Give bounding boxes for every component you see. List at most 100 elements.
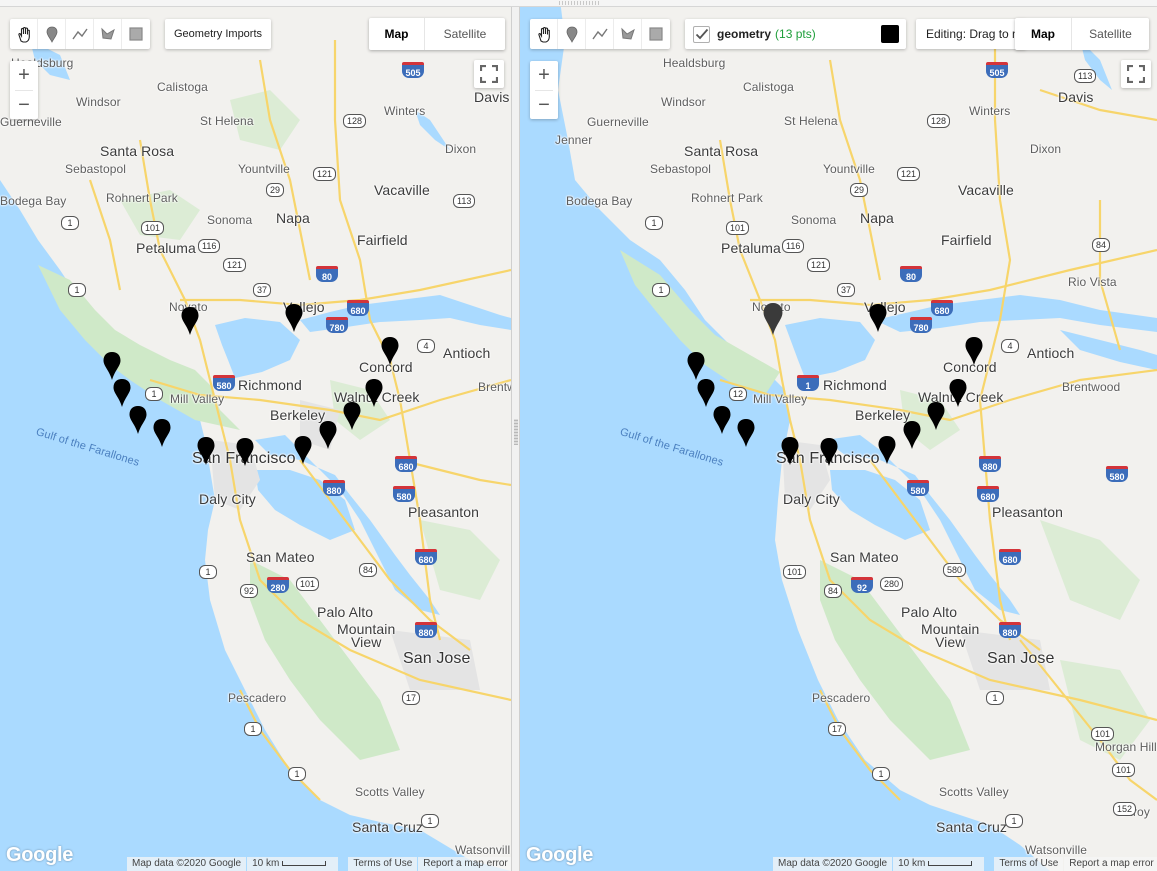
route-shield: 128 (343, 114, 367, 128)
map-marker[interactable] (294, 436, 312, 464)
map-marker[interactable] (285, 304, 303, 332)
scale-indicator[interactable]: 10 km (247, 857, 339, 871)
route-shield: 101 (783, 565, 807, 579)
place-label: Pescadero (812, 691, 871, 705)
map-marker[interactable] (869, 304, 887, 332)
place-label: Mill Valley (753, 392, 808, 406)
fullscreen-button[interactable] (474, 60, 504, 88)
marker-pin-icon (763, 303, 783, 335)
layer-visibility-checkbox[interactable] (693, 25, 710, 43)
place-label: Winters (384, 104, 426, 118)
place-label: Palo Alto (317, 604, 374, 620)
map-marker[interactable] (319, 421, 337, 449)
interstate-shield: 80 (900, 266, 922, 282)
map-marker[interactable] (697, 379, 715, 407)
map-marker[interactable] (343, 402, 361, 430)
google-logo[interactable]: Google (526, 844, 593, 867)
zoom-in-button[interactable]: + (530, 61, 558, 90)
map-marker[interactable] (236, 438, 254, 466)
place-label: Healdsburg (663, 56, 726, 70)
place-label: St Helena (784, 114, 838, 128)
map-marker[interactable] (965, 337, 983, 365)
interstate-shield: 780 (910, 317, 932, 333)
zoom-in-button[interactable]: + (10, 61, 38, 90)
map-marker[interactable] (949, 379, 967, 407)
geometry-layer-entry[interactable]: geometry (13 pts) (685, 19, 906, 49)
map-type-satellite-button[interactable]: Satellite (1072, 18, 1149, 50)
route-shield: 280 (880, 577, 904, 591)
map-marker[interactable] (713, 406, 731, 434)
map-type-map-button[interactable]: Map (369, 18, 425, 50)
place-label: Windsor (661, 95, 706, 109)
google-logo[interactable]: Google (6, 844, 73, 867)
drawing-toolbar (530, 19, 670, 49)
route-shield: 1 (61, 216, 79, 230)
route-shield: 152 (1113, 802, 1137, 816)
marker-pin-icon (285, 304, 303, 332)
map-marker[interactable] (197, 437, 215, 465)
report-map-error-link[interactable]: Report a map error (418, 857, 511, 871)
pan-tool-button[interactable] (530, 19, 558, 49)
place-label: Davis (1058, 89, 1094, 105)
map-marker[interactable] (687, 352, 705, 380)
layer-color-swatch[interactable] (881, 25, 899, 43)
scale-indicator[interactable]: 10 km (893, 857, 985, 871)
place-label: Calistoga (157, 80, 208, 94)
map-type-control: Map Satellite (1015, 18, 1149, 50)
map-marker[interactable] (820, 438, 838, 466)
report-map-error-link[interactable]: Report a map error (1064, 857, 1157, 871)
map-marker[interactable] (129, 406, 147, 434)
map-marker[interactable] (781, 437, 799, 465)
place-label: Petaluma (136, 240, 196, 256)
map-marker[interactable] (763, 303, 783, 335)
map-marker[interactable] (737, 419, 755, 447)
draw-shape-tool-button[interactable] (94, 19, 122, 49)
pan-tool-button[interactable] (10, 19, 38, 49)
place-label: Sonoma (791, 213, 837, 227)
map-type-control: Map Satellite (369, 18, 505, 50)
top-resize-grip[interactable] (558, 1, 600, 5)
map-marker[interactable] (181, 307, 199, 335)
map-marker[interactable] (381, 337, 399, 365)
rectangle-icon (649, 27, 663, 41)
map-marker[interactable] (903, 421, 921, 449)
top-resize-bar[interactable] (0, 0, 1157, 7)
geometry-imports-button[interactable]: Geometry Imports (165, 19, 272, 49)
place-label: St Helena (200, 114, 254, 128)
splitter-grip[interactable] (514, 419, 518, 445)
terms-of-use-link[interactable]: Terms of Use (348, 857, 418, 871)
map-marker[interactable] (365, 379, 383, 407)
map-marker[interactable] (113, 379, 131, 407)
map-marker[interactable] (153, 419, 171, 447)
scale-bar (282, 860, 327, 866)
draw-line-tool-button[interactable] (66, 19, 94, 49)
zoom-out-button[interactable]: − (530, 91, 558, 120)
map-marker[interactable] (927, 402, 945, 430)
map-marker[interactable] (103, 352, 121, 380)
map-marker[interactable] (878, 436, 896, 464)
pane-splitter[interactable] (511, 7, 520, 871)
place-label: Santa Cruz (936, 819, 1008, 835)
fullscreen-button[interactable] (1121, 60, 1151, 88)
place-label: Petaluma (721, 240, 781, 256)
layer-name[interactable]: geometry (717, 27, 771, 41)
fullscreen-icon (480, 65, 498, 83)
draw-rectangle-tool-button[interactable] (642, 19, 670, 49)
marker-pin-icon (181, 307, 199, 335)
draw-shape-tool-button[interactable] (614, 19, 642, 49)
marker-pin-icon (343, 402, 361, 430)
add-marker-tool-button[interactable] (558, 19, 586, 49)
route-shield: 1 (68, 283, 86, 297)
marker-pin-icon (103, 352, 121, 380)
map-type-map-button[interactable]: Map (1015, 18, 1072, 50)
place-label: Jenner (555, 133, 593, 147)
terms-of-use-link[interactable]: Terms of Use (994, 857, 1064, 871)
left-map-pane[interactable]: Healdsburg Calistoga Windsor Guerneville… (0, 7, 511, 871)
draw-line-tool-button[interactable] (586, 19, 614, 49)
add-marker-tool-button[interactable] (38, 19, 66, 49)
right-map-pane[interactable]: Healdsburg Calistoga Windsor Guerneville… (520, 7, 1157, 871)
marker-pin-icon (319, 421, 337, 449)
map-type-satellite-button[interactable]: Satellite (425, 18, 505, 50)
draw-rectangle-tool-button[interactable] (122, 19, 150, 49)
zoom-out-button[interactable]: − (10, 91, 38, 120)
